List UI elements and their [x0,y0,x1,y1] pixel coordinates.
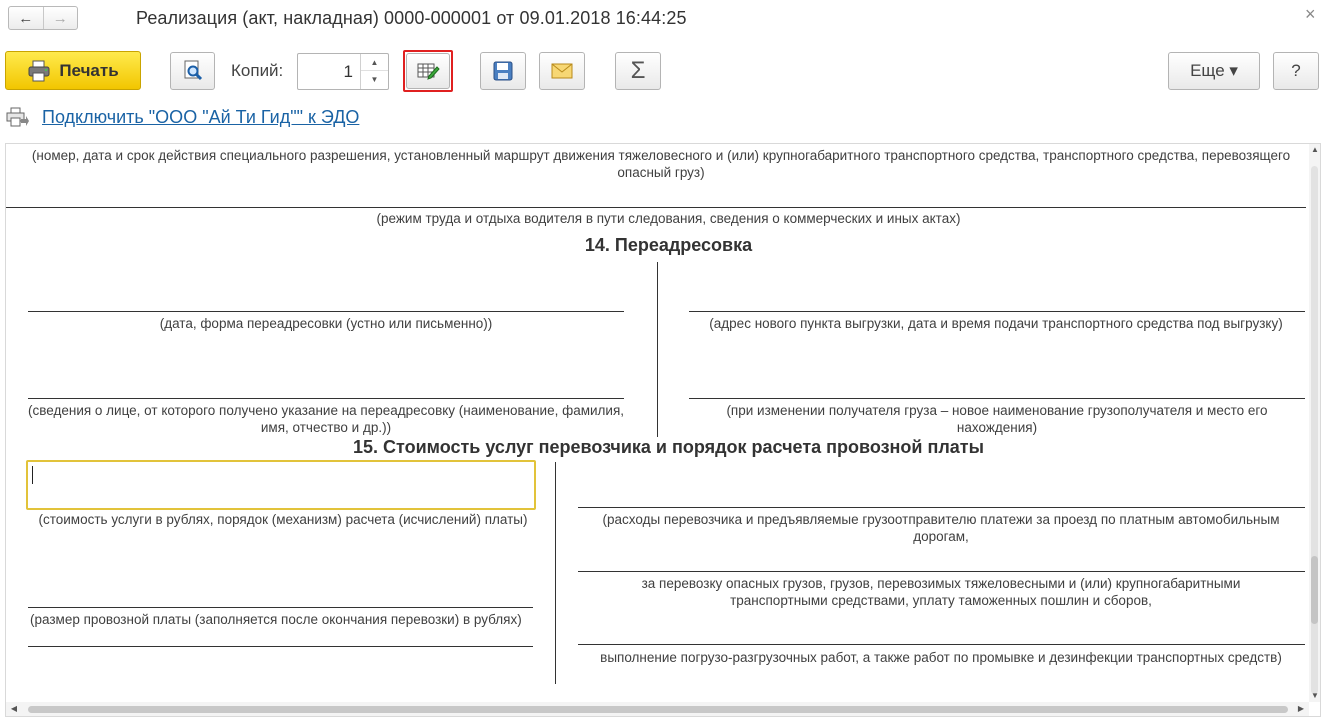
close-button[interactable]: × [1305,4,1316,25]
floppy-disk-icon [493,61,513,81]
envelope-icon [551,63,573,79]
recipient-change-caption: (при изменении получателя груза – новое … [726,403,1268,435]
section-14-title: 14. Переадресовка [584,235,753,255]
scroll-left-icon[interactable]: ◀ [8,702,20,716]
line-loading [578,644,1305,645]
carrier-expenses-caption: (расходы перевозчика и предъявляемые гру… [602,512,1280,544]
edo-printer-icon [6,107,30,134]
line-dangerous-goods [578,571,1305,572]
permit-caption: (номер, дата и срок действия специальног… [31,148,1291,180]
vertical-scrollbar[interactable]: ▲ ▼ [1309,144,1320,702]
highlight-frame [403,50,453,92]
horizontal-scrollbar[interactable]: ◀ ▶ [6,702,1309,716]
line-person [28,398,624,399]
stepper-down-icon[interactable]: ▼ [361,71,388,88]
line-work-rest [6,207,1306,208]
text-caret [32,466,33,484]
date-form-caption: (дата, форма переадресовки (устно или пи… [159,316,493,331]
title-bar: ← → Реализация (акт, накладная) 0000-000… [0,0,1326,38]
vertical-scroll-thumb[interactable] [1311,556,1318,624]
horizontal-scroll-thumb[interactable] [28,706,1288,713]
copies-value[interactable]: 1 [344,62,353,82]
copies-stepper[interactable]: 1 ▲ ▼ [297,53,389,90]
print-button[interactable]: Печать [5,51,141,90]
cost-caption: (стоимость услуги в рублях, порядок (мех… [38,512,528,527]
arrow-right-icon: → [52,9,68,27]
magnifier-page-icon [182,60,204,82]
help-button[interactable]: ? [1273,52,1319,90]
sum-button[interactable]: Σ [615,52,661,90]
document-content: (номер, дата и срок действия специальног… [6,144,1306,704]
connect-edo-link[interactable]: Подключить "ООО "Ай Ти Гид"" к ЭДО [42,107,359,128]
forward-button[interactable]: → [42,7,78,29]
work-rest-caption: (режим труда и отдыха водителя в пути сл… [376,211,961,226]
dangerous-goods-caption: за перевозку опасных грузов, грузов, пер… [641,576,1241,608]
section-15-title: 15. Стоимость услуг перевозчика и порядо… [352,437,984,457]
preview-button[interactable] [170,52,215,90]
print-label: Печать [59,60,119,80]
new-address-caption: (адрес нового пункта выгрузки, дата и вр… [709,316,1283,331]
printer-icon [27,60,51,82]
copies-label: Копий: [231,61,284,80]
line-new-address [689,311,1305,312]
arrow-left-icon: ← [18,9,34,27]
stepper-arrows: ▲ ▼ [360,54,388,89]
line-recipient-change [689,398,1305,399]
email-button[interactable] [539,52,585,90]
section-14-divider [657,262,658,437]
fee-size-caption: (размер провозной платы (заполняется пос… [30,612,522,627]
line-date-form [28,311,624,312]
scroll-down-icon[interactable]: ▼ [1309,690,1320,702]
more-button[interactable]: Еще ▾ [1168,52,1260,90]
scroll-up-icon[interactable]: ▲ [1309,144,1320,156]
spreadsheet-document[interactable]: (номер, дата и срок действия специальног… [5,143,1321,717]
scroll-right-icon[interactable]: ▶ [1295,702,1307,716]
loading-caption: выполнение погрузо-разгрузочных работ, а… [600,650,1282,665]
save-button[interactable] [480,52,526,90]
section-15-divider [555,462,556,684]
person-caption: (сведения о лице, от которого получено у… [28,403,625,435]
line-fee-bottom [28,646,533,647]
cost-input-cell[interactable] [26,460,536,510]
window-title: Реализация (акт, накладная) 0000-000001 … [136,8,687,28]
back-button[interactable]: ← [9,7,43,29]
line-fee-size [28,607,533,608]
line-carrier-expenses [578,507,1305,508]
stepper-up-icon[interactable]: ▲ [361,54,388,71]
sigma-icon: Σ [630,57,646,84]
navigation-buttons: ← → [8,6,78,30]
